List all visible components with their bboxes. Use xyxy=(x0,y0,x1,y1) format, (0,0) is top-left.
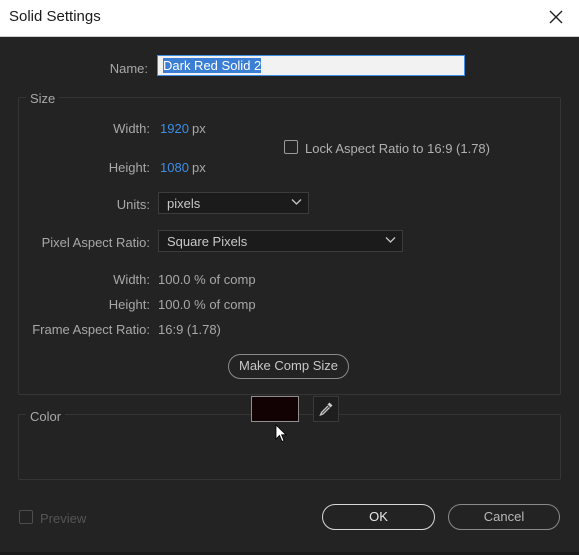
window-title: Solid Settings xyxy=(9,8,101,25)
width-value[interactable]: 1920 xyxy=(160,121,189,136)
color-group-title: Color xyxy=(26,409,66,424)
cancel-button[interactable]: Cancel xyxy=(448,504,560,530)
eyedropper-icon xyxy=(319,402,333,417)
height-value[interactable]: 1080 xyxy=(160,160,189,175)
color-swatch[interactable] xyxy=(251,396,299,422)
name-label: Name: xyxy=(109,61,148,76)
dialog-body: Name: Dark Red Solid 2 Size Width: 1920 … xyxy=(0,37,579,555)
comp-height-label: Height: xyxy=(108,297,150,312)
preview-label: Preview xyxy=(40,511,87,526)
name-value: Dark Red Solid 2 xyxy=(163,58,262,73)
chevron-down-icon xyxy=(385,237,396,243)
make-comp-size-label: Make Comp Size xyxy=(239,358,338,373)
comp-height-value: 100.0 % of comp xyxy=(158,297,256,312)
mouse-cursor-icon xyxy=(275,424,287,443)
units-label: Units: xyxy=(116,197,150,212)
lock-aspect-label[interactable]: Lock Aspect Ratio to 16:9 (1.78) xyxy=(305,141,490,156)
size-group-title: Size xyxy=(26,91,60,106)
frame-aspect-label: Frame Aspect Ratio: xyxy=(32,322,150,337)
units-dropdown[interactable]: pixels xyxy=(158,192,309,214)
comp-width-value: 100.0 % of comp xyxy=(158,272,256,287)
width-unit: px xyxy=(192,121,206,136)
eyedropper-button[interactable] xyxy=(313,396,339,422)
title-bar: Solid Settings xyxy=(0,0,579,37)
comp-width-label: Width: xyxy=(113,272,150,287)
ok-label: OK xyxy=(369,509,388,524)
frame-aspect-value: 16:9 (1.78) xyxy=(158,322,221,337)
pixel-aspect-label: Pixel Aspect Ratio: xyxy=(41,235,150,250)
lock-aspect-checkbox[interactable] xyxy=(284,140,298,154)
height-label: Height: xyxy=(108,160,150,175)
make-comp-size-button[interactable]: Make Comp Size xyxy=(228,354,349,379)
ok-button[interactable]: OK xyxy=(322,504,435,530)
units-value: pixels xyxy=(167,196,201,211)
width-label: Width: xyxy=(113,121,150,136)
pixel-aspect-dropdown[interactable]: Square Pixels xyxy=(158,230,403,252)
height-unit: px xyxy=(192,160,206,175)
cancel-label: Cancel xyxy=(483,509,525,524)
close-icon[interactable] xyxy=(545,6,567,28)
name-field[interactable]: Dark Red Solid 2 xyxy=(157,55,465,76)
chevron-down-icon xyxy=(291,199,302,205)
color-group xyxy=(18,414,561,480)
pixel-aspect-value: Square Pixels xyxy=(167,234,248,249)
preview-checkbox[interactable] xyxy=(19,510,33,524)
